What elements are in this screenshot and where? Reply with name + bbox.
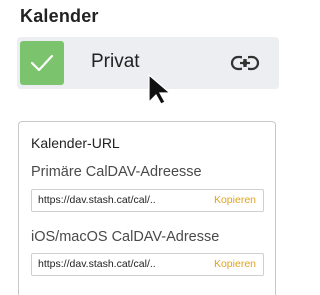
- caldav-url-value: https://dav.stash.cat/cal/..: [38, 194, 156, 206]
- ios-url-value: https://dav.stash.cat/cal/..: [38, 258, 156, 270]
- calendar-checkbox[interactable]: [20, 41, 64, 85]
- link-icon[interactable]: [230, 54, 260, 72]
- caldav-url-field[interactable]: https://dav.stash.cat/cal/.. Kopieren: [31, 189, 264, 212]
- caldav-address-label: Primäre CalDAV-Adreesse: [31, 164, 202, 180]
- ios-url-field[interactable]: https://dav.stash.cat/cal/.. Kopieren: [31, 253, 264, 276]
- copy-caldav-button[interactable]: Kopieren: [214, 194, 256, 206]
- copy-ios-button[interactable]: Kopieren: [214, 258, 256, 270]
- checkmark-icon: [30, 54, 54, 72]
- panel-title: Kalender-URL: [31, 135, 120, 151]
- calendar-name: Privat: [91, 51, 140, 72]
- section-title: Kalender: [20, 6, 99, 26]
- mouse-cursor-icon: [148, 73, 172, 105]
- calendar-url-panel: Kalender-URL Primäre CalDAV-Adreesse htt…: [18, 121, 276, 295]
- ios-address-label: iOS/macOS CalDAV-Adresse: [31, 229, 220, 245]
